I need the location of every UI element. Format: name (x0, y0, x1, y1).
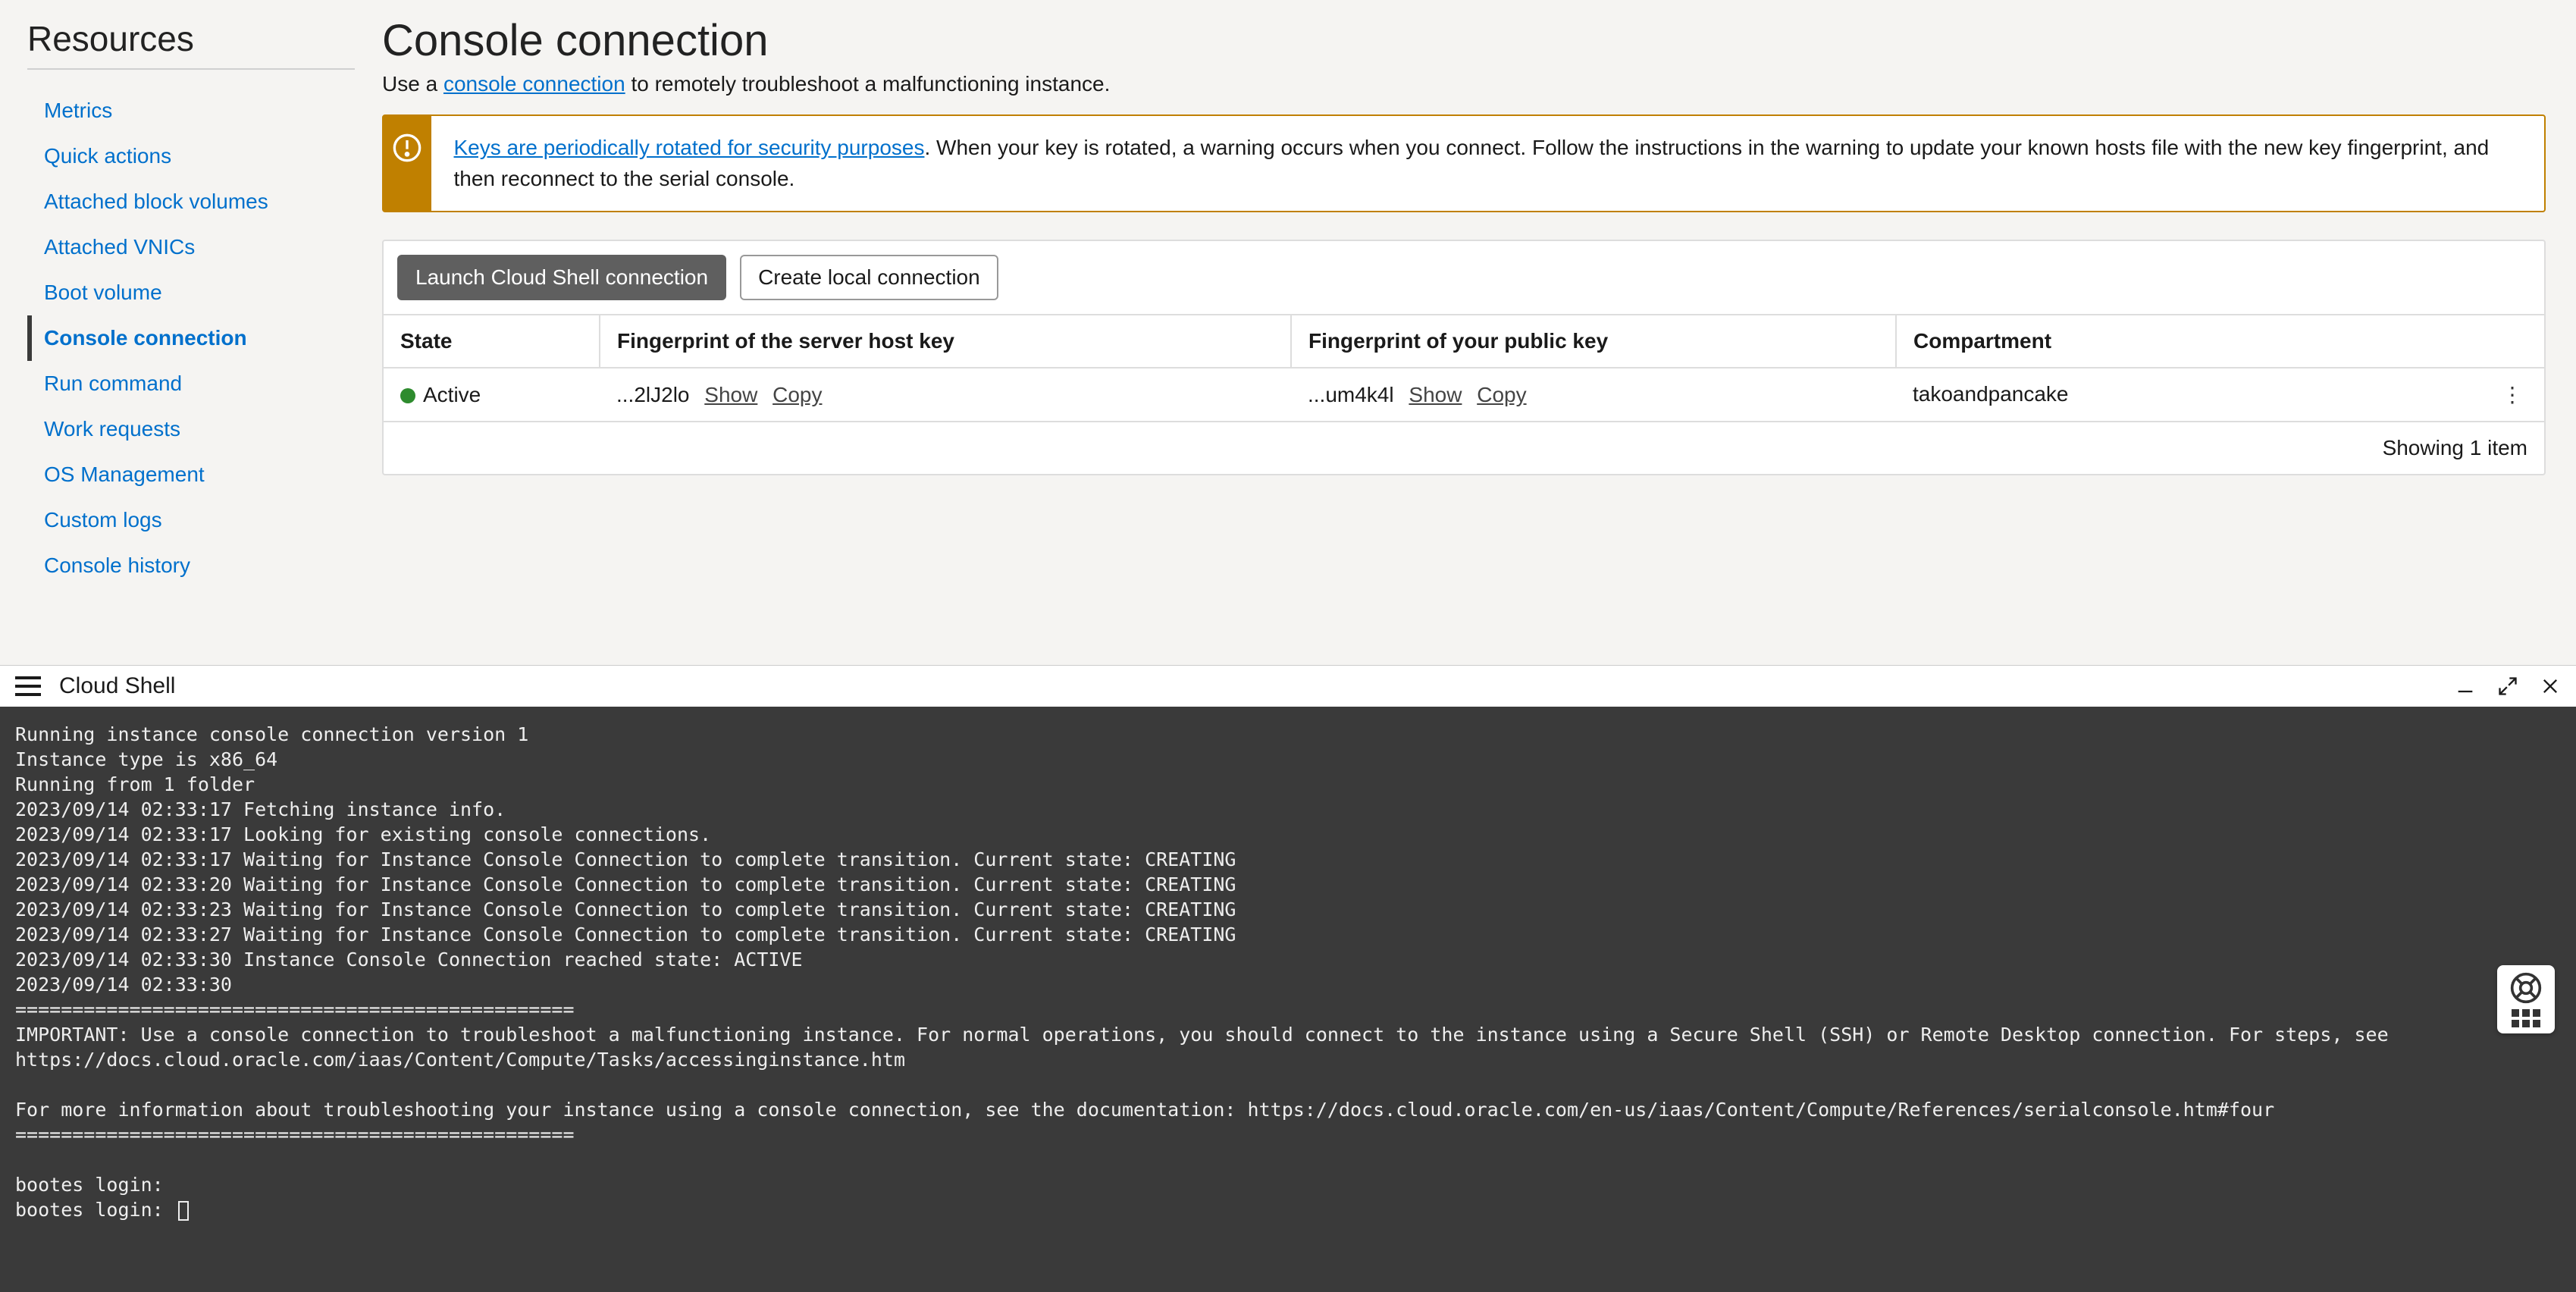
sidebar-item-console-history[interactable]: Console history (27, 543, 355, 588)
th-server-fp: Fingerprint of the server host key (600, 315, 1291, 368)
sidebar-item-attached-block-volumes[interactable]: Attached block volumes (27, 179, 355, 224)
cell-state: Active (384, 368, 600, 422)
shell-body[interactable]: Running instance console connection vers… (0, 707, 2576, 1292)
warning-icon (384, 116, 431, 211)
launch-cloud-shell-button[interactable]: Launch Cloud Shell connection (397, 255, 726, 300)
grid-icon (2512, 1009, 2540, 1027)
subtext-suffix: to remotely troubleshoot a malfunctionin… (625, 72, 1111, 96)
console-connection-link[interactable]: console connection (443, 72, 625, 96)
cell-public-fp: ...um4k4l Show Copy (1291, 368, 1896, 422)
table-footer: Showing 1 item (384, 422, 2544, 474)
table-row: Active ...2lJ2lo Show Copy ...um4k4l Sho… (384, 368, 2544, 422)
public-fp-value: ...um4k4l (1308, 383, 1394, 406)
subtext-prefix: Use a (382, 72, 443, 96)
th-public-fp: Fingerprint of your public key (1291, 315, 1896, 368)
page-title: Console connection (382, 15, 2546, 66)
sidebar-item-quick-actions[interactable]: Quick actions (27, 133, 355, 179)
page-subtext: Use a console connection to remotely tro… (382, 72, 2546, 96)
create-local-connection-button[interactable]: Create local connection (740, 255, 998, 300)
server-fp-show-link[interactable]: Show (704, 383, 757, 406)
server-fp-copy-link[interactable]: Copy (772, 383, 822, 406)
sidebar-item-run-command[interactable]: Run command (27, 361, 355, 406)
public-fp-copy-link[interactable]: Copy (1477, 383, 1526, 406)
status-dot-icon (400, 388, 415, 403)
connection-card: Launch Cloud Shell connection Create loc… (382, 240, 2546, 475)
alert-body: Keys are periodically rotated for securi… (431, 116, 2545, 211)
cell-server-fp: ...2lJ2lo Show Copy (600, 368, 1291, 422)
sidebar-item-metrics[interactable]: Metrics (27, 88, 355, 133)
card-actions: Launch Cloud Shell connection Create loc… (384, 241, 2544, 315)
shell-titlebar: Cloud Shell (0, 665, 2576, 707)
help-widget[interactable] (2497, 965, 2555, 1033)
sidebar-item-os-management[interactable]: OS Management (27, 452, 355, 497)
row-actions-menu-icon[interactable]: ⋮ (2497, 382, 2527, 407)
expand-icon[interactable] (2497, 676, 2518, 697)
sidebar-item-boot-volume[interactable]: Boot volume (27, 270, 355, 315)
compartment-value: takoandpancake (1913, 382, 2069, 406)
public-fp-show-link[interactable]: Show (1409, 383, 1462, 406)
hamburger-icon[interactable] (15, 676, 41, 696)
sidebar-title: Resources (27, 18, 355, 59)
cell-compartment: takoandpancake ⋮ (1896, 368, 2544, 422)
connections-table: State Fingerprint of the server host key… (384, 315, 2544, 422)
lifebuoy-icon (2509, 971, 2543, 1005)
minimize-icon[interactable] (2455, 676, 2476, 697)
server-fp-value: ...2lJ2lo (616, 383, 690, 406)
sidebar-item-custom-logs[interactable]: Custom logs (27, 497, 355, 543)
sidebar: Resources Metrics Quick actions Attached… (0, 0, 382, 665)
cloud-shell-panel: Cloud Shell Running instance console con… (0, 665, 2576, 1292)
close-icon[interactable] (2540, 676, 2561, 697)
state-text: Active (423, 383, 481, 406)
sidebar-item-console-connection[interactable]: Console connection (27, 315, 355, 361)
th-state: State (384, 315, 600, 368)
sidebar-divider (27, 68, 355, 70)
shell-output: Running instance console connection vers… (15, 723, 2400, 1221)
key-rotation-alert: Keys are periodically rotated for securi… (382, 114, 2546, 212)
sidebar-nav: Metrics Quick actions Attached block vol… (27, 88, 355, 588)
shell-title: Cloud Shell (59, 673, 175, 699)
th-compartment: Compartment (1896, 315, 2544, 368)
cursor-icon (178, 1201, 189, 1221)
alert-link[interactable]: Keys are periodically rotated for securi… (454, 136, 925, 159)
sidebar-item-work-requests[interactable]: Work requests (27, 406, 355, 452)
main-content: Console connection Use a console connect… (382, 0, 2576, 665)
sidebar-item-attached-vnics[interactable]: Attached VNICs (27, 224, 355, 270)
